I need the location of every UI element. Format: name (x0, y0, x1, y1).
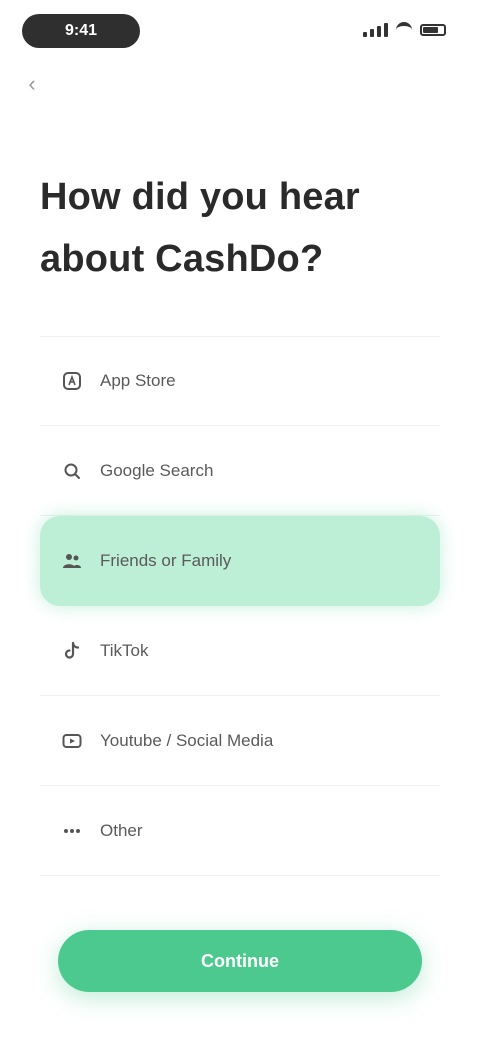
option-label: Google Search (100, 460, 214, 480)
options-list: App Store Google Search Friends or Famil… (40, 336, 440, 876)
battery-icon (420, 24, 446, 36)
chevron-left-icon: ‹ (28, 71, 36, 96)
status-icons (363, 22, 446, 38)
option-label: Friends or Family (100, 550, 232, 570)
option-google-search[interactable]: Google Search (40, 426, 440, 516)
question-title: How did you hear about CashDo? (40, 176, 360, 280)
wifi-icon (396, 22, 412, 38)
search-icon (60, 459, 84, 483)
option-other[interactable]: Other (40, 786, 440, 876)
app-store-icon (60, 369, 84, 393)
continue-button[interactable]: Continue (58, 930, 422, 992)
friends-icon (60, 549, 84, 573)
option-tiktok[interactable]: TikTok (40, 606, 440, 696)
option-app-store[interactable]: App Store (40, 336, 440, 426)
youtube-icon (60, 729, 84, 753)
option-friends-family[interactable]: Friends or Family (40, 516, 440, 606)
other-icon (60, 819, 84, 843)
tiktok-icon (60, 639, 84, 663)
status-bar: 9:41 (0, 0, 480, 64)
option-label: App Store (100, 371, 176, 390)
option-label: TikTok (100, 640, 149, 660)
option-label: Youtube / Social Media (100, 730, 274, 750)
signal-icon (363, 23, 388, 37)
status-time: 9:41 (22, 14, 140, 48)
option-youtube-social[interactable]: Youtube / Social Media (40, 696, 440, 786)
back-button[interactable]: ‹ (20, 72, 44, 96)
option-label: Other (100, 820, 143, 840)
